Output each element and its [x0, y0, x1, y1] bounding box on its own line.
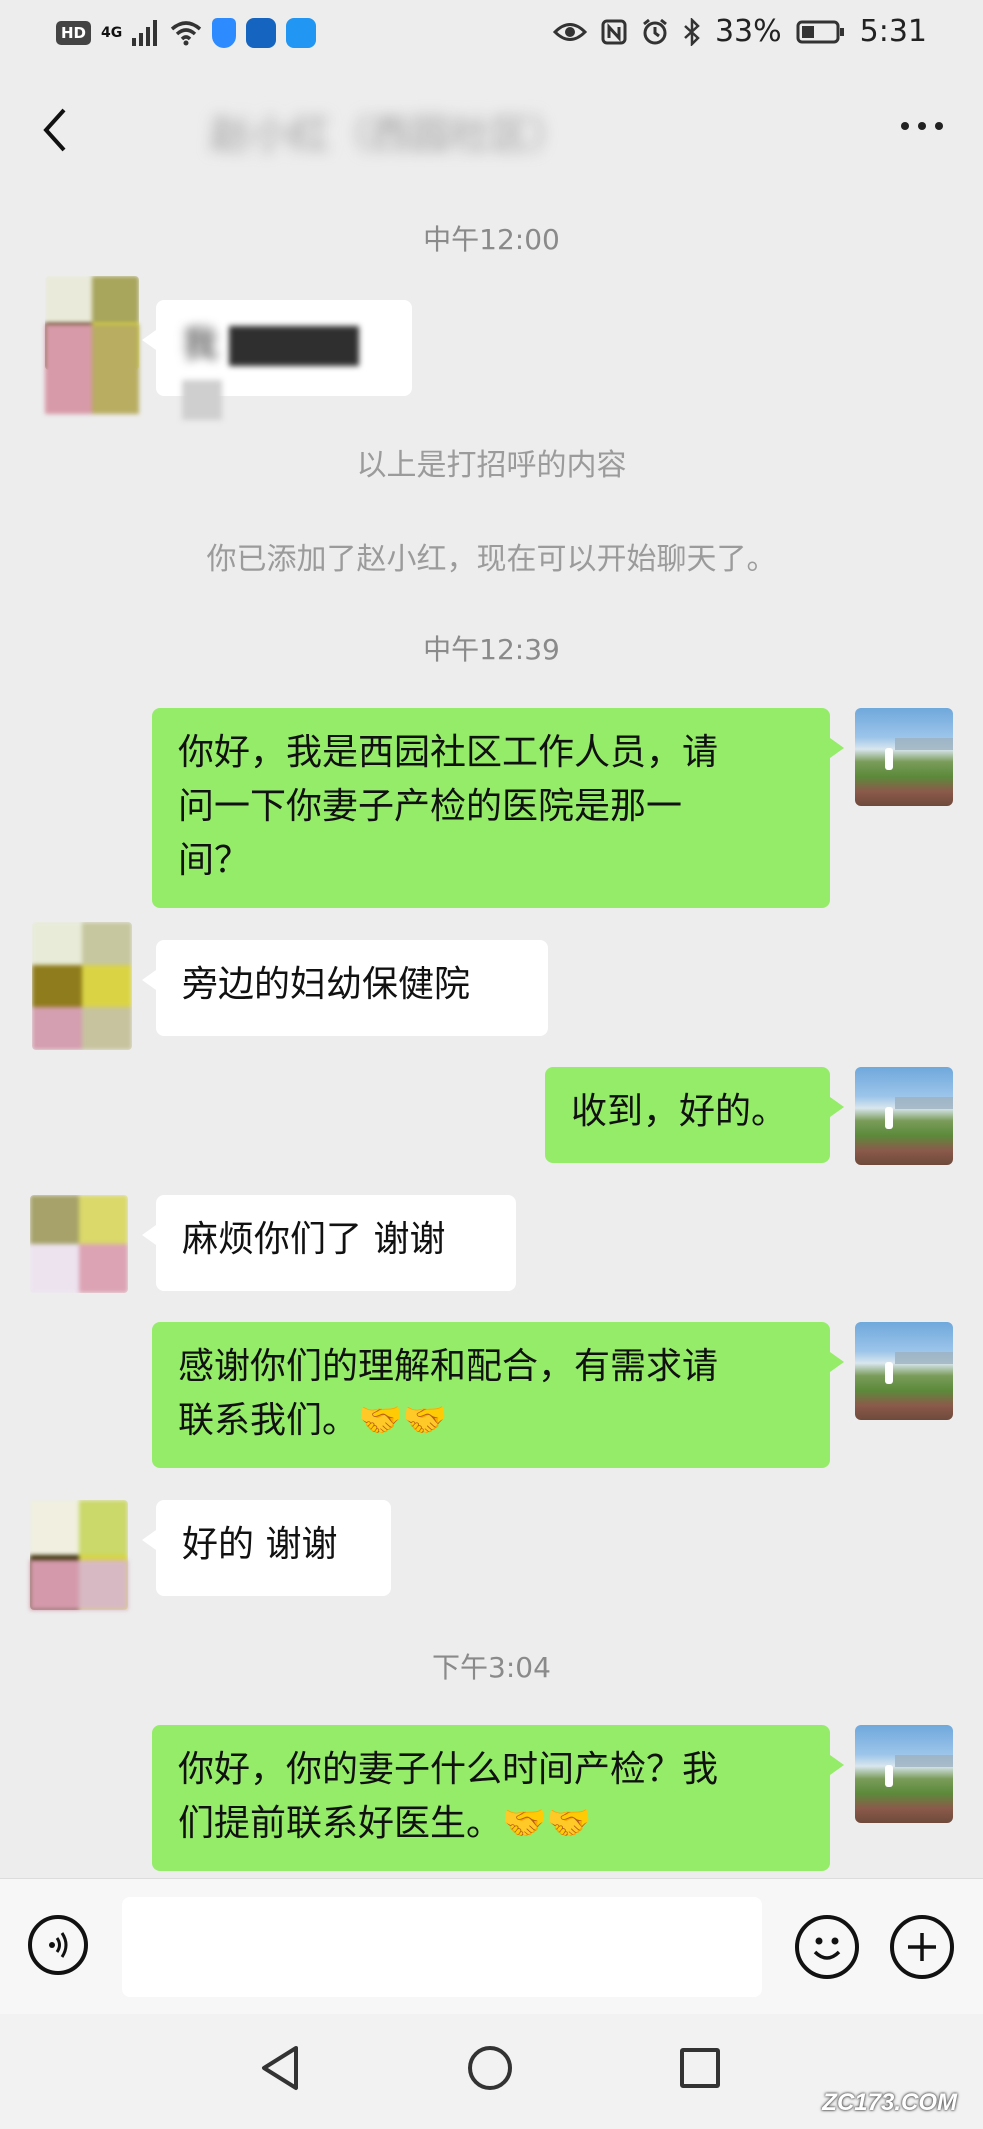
timestamp: 下午3:04 [432, 1651, 551, 1684]
contact-avatar[interactable] [30, 1195, 128, 1293]
message-line: 你好，你的妻子什么时间产检？我 [178, 1749, 719, 1790]
watermark: ZC173.COM [822, 2089, 957, 2116]
more-icon[interactable] [901, 122, 943, 130]
redacted-text [182, 380, 222, 420]
message-line: 联系我们。 [178, 1400, 359, 1441]
message-line: 们提前联系好医生。 [178, 1803, 503, 1844]
voice-input-button[interactable] [28, 1915, 88, 1975]
handshake-emoji: 🤝🤝 [358, 1400, 448, 1441]
message-text: 好的 谢谢 [182, 1524, 338, 1565]
message-text: 麻烦你们了 谢谢 [182, 1219, 446, 1260]
message-bubble-received[interactable]: 好的 谢谢 [142, 1500, 391, 1596]
battery-percent: 33% [714, 14, 782, 49]
nfc-icon [601, 19, 627, 44]
system-message: 你已添加了赵小红，现在可以开始聊天了。 [206, 542, 777, 577]
timestamp: 中午12:00 [423, 223, 560, 256]
status-bar: HD 4G 33% 5:31 [0, 0, 983, 70]
clock: 5:31 [859, 14, 927, 49]
message-bubble-sent[interactable]: 感谢你们的理解和配合，有需求请 联系我们。🤝🤝 [152, 1322, 844, 1468]
contact-avatar-lower [30, 1560, 128, 1610]
my-avatar[interactable] [855, 1725, 953, 1823]
plus-icon [908, 1933, 936, 1961]
nav-home-icon[interactable] [468, 2046, 512, 2090]
emoji-button[interactable] [795, 1915, 859, 1979]
message-line: 感谢你们的理解和配合，有需求请 [178, 1346, 719, 1387]
battery-icon [796, 20, 844, 43]
greeting-prefix: 我 [182, 324, 219, 365]
weather-app-icon [286, 18, 317, 48]
message-input[interactable] [122, 1897, 762, 1997]
message-text: 收到，好的。 [571, 1091, 788, 1132]
message-bubble-received[interactable]: 旁边的妇幼保健院 [142, 940, 548, 1036]
message-text: 旁边的妇幼保健院 [182, 964, 471, 1005]
smiley-icon [813, 1937, 841, 1960]
bulb-app-icon [246, 18, 277, 48]
eye-icon [552, 22, 587, 41]
message-bubble-sent[interactable]: 收到，好的。 [545, 1067, 844, 1163]
message-bubble-greeting[interactable]: 我 [142, 300, 412, 420]
input-bar [0, 1878, 983, 2015]
system-message: 以上是打招呼的内容 [356, 448, 627, 483]
wifi-icon [171, 21, 202, 46]
nav-recent-apps-icon[interactable] [680, 2048, 720, 2088]
message-bubble-received[interactable]: 麻烦你们了 谢谢 [142, 1195, 516, 1291]
my-avatar[interactable] [855, 1322, 953, 1420]
my-avatar[interactable] [855, 1067, 953, 1165]
my-avatar[interactable] [855, 708, 953, 806]
message-line: 间？ [178, 840, 251, 881]
contact-avatar[interactable] [32, 922, 132, 1050]
network-type: 4G [101, 25, 123, 41]
message-line: 问一下你妻子产检的医院是那一 [178, 786, 683, 827]
nav-back-icon[interactable] [258, 2044, 302, 2092]
voice-icon [49, 1932, 68, 1958]
signal-icon [132, 20, 158, 46]
handshake-emoji: 🤝🤝 [502, 1803, 592, 1844]
chat-title: 赵小红（西园社区） [210, 112, 570, 158]
message-bubble-sent[interactable]: 你好，我是西园社区工作人员，请 问一下你妻子产检的医院是那一 间？ [152, 708, 844, 908]
redacted-text [229, 326, 360, 366]
back-icon[interactable] [30, 100, 80, 160]
chat-header: 赵小红（西园社区） [0, 70, 983, 190]
system-nav-bar: ZC173.COM [0, 2014, 983, 2129]
hd-badge: HD [56, 21, 92, 45]
alarm-icon [643, 18, 667, 44]
shield-icon [212, 18, 237, 48]
timestamp: 中午12:39 [423, 633, 560, 666]
contact-avatar-lower [45, 324, 139, 414]
message-line: 你好，我是西园社区工作人员，请 [178, 732, 719, 773]
message-bubble-sent[interactable]: 你好，你的妻子什么时间产检？我 们提前联系好医生。🤝🤝 [152, 1725, 844, 1871]
more-functions-button[interactable] [890, 1915, 954, 1979]
bluetooth-icon [684, 17, 700, 46]
